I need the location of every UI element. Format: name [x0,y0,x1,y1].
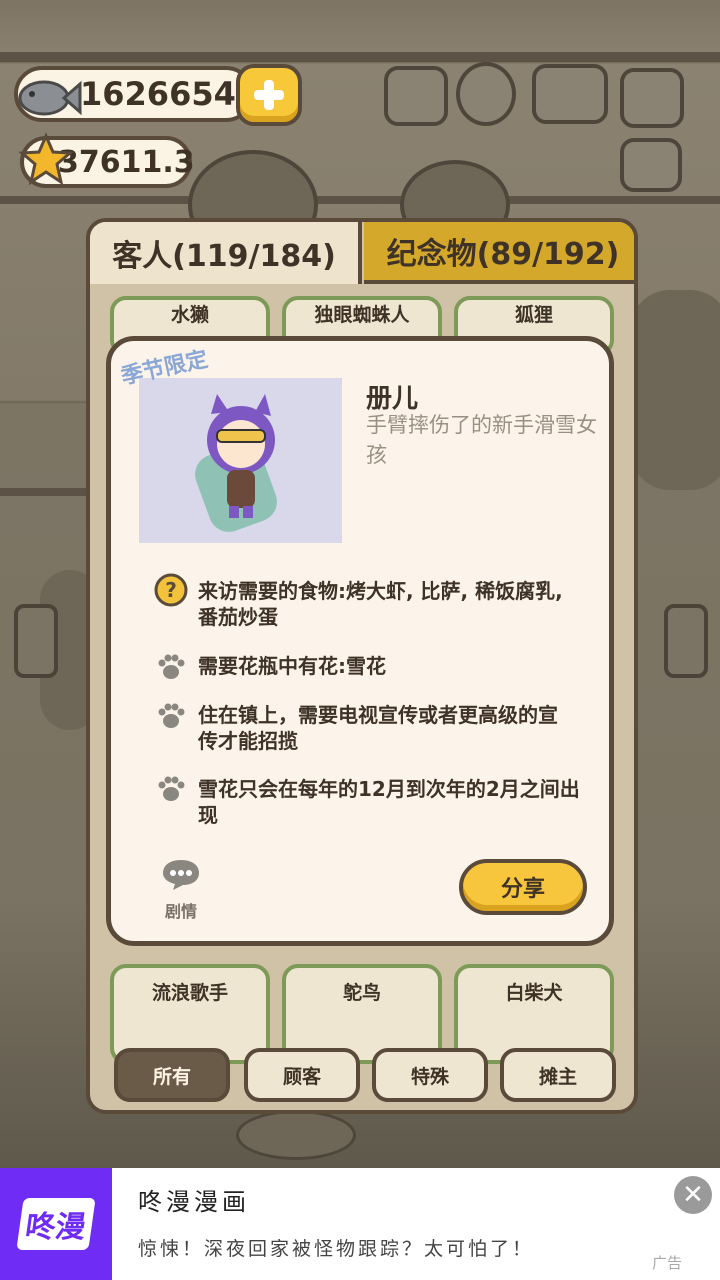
tab-souvenirs[interactable]: 纪念物(89/192) [364,222,634,284]
ad-logo-text: 咚漫 [16,1198,96,1250]
plus-icon [254,80,284,110]
star-currency-bar: 37611.3 [18,132,195,188]
svg-text:?: ? [165,578,177,602]
question-icon: ? [154,573,188,607]
star-count: 37611.3 [58,144,195,180]
roof-beam [0,52,720,62]
ad-label: 广告 [652,1254,683,1272]
character-illustration [195,394,277,532]
ad-banner[interactable]: 咚漫 咚漫漫画 惊悚！深夜回家被怪物跟踪？太可怕了！ 广告 [0,1168,720,1280]
requirement-vase: 需要花瓶中有花:雪花 [198,654,386,678]
speech-bubble-icon [163,860,199,890]
add-currency-button[interactable] [236,64,302,126]
filter-special[interactable]: 特殊 [372,1048,488,1102]
tab-customers[interactable]: 客人(119/184) [90,222,362,284]
requirement-season: 雪花只会在每年的12月到次年的2月之间出现 [198,777,580,827]
camera-icon[interactable] [620,68,684,128]
paw-icon [158,703,185,728]
customer-card-label: 狐狸 [514,304,553,326]
story-button[interactable]: 剧情 [156,858,206,922]
shelf-beam [0,196,720,204]
paw-icon [158,776,185,801]
share-button[interactable]: 分享 [459,859,587,915]
customer-card-label: 鸵鸟 [342,982,381,1004]
shelf-beam-left [0,488,90,496]
customer-description: 手臂摔伤了的新手滑雪女孩 [366,413,597,467]
gear-icon[interactable] [456,62,516,126]
ad-subtitle: 惊悚！深夜回家被怪物跟踪？太可怕了！ [138,1238,535,1260]
fish-currency-bar: 1626654 [14,66,254,122]
customer-card-label: 流浪歌手 [151,982,228,1004]
plant-deco [630,290,720,490]
ad-title: 咚漫漫画 [138,1188,250,1216]
filter-customers[interactable]: 顾客 [244,1048,360,1102]
story-label: 剧情 [164,902,197,921]
filter-all[interactable]: 所有 [114,1048,230,1102]
fish-icon [18,80,82,116]
newspaper-icon[interactable] [620,138,682,192]
prev-arrow-button[interactable] [14,604,58,678]
rug-deco [236,1110,356,1160]
customer-card-label: 独眼蜘蛛人 [314,304,410,326]
customer-portrait [139,378,342,543]
star-icon [18,132,74,186]
fish-count: 1626654 [80,75,236,113]
filter-vendors[interactable]: 摊主 [500,1048,616,1102]
ranking-icon[interactable] [384,66,448,126]
ad-close-icon[interactable]: ✕ [674,1176,712,1214]
customer-card-label: 水獭 [170,304,209,326]
paw-icon [158,654,185,679]
book-icon[interactable] [532,64,608,124]
requirement-advertising: 住在镇上，需要电视宣传或者更高级的宣传才能招揽 [198,703,558,753]
next-arrow-button[interactable] [664,604,708,678]
customer-card-label: 白柴犬 [505,982,563,1004]
requirement-food: 来访需要的食物:烤大虾, 比萨, 稀饭腐乳, 番茄炒蛋 [198,579,563,629]
ad-app-logo: 咚漫 [0,1168,112,1280]
